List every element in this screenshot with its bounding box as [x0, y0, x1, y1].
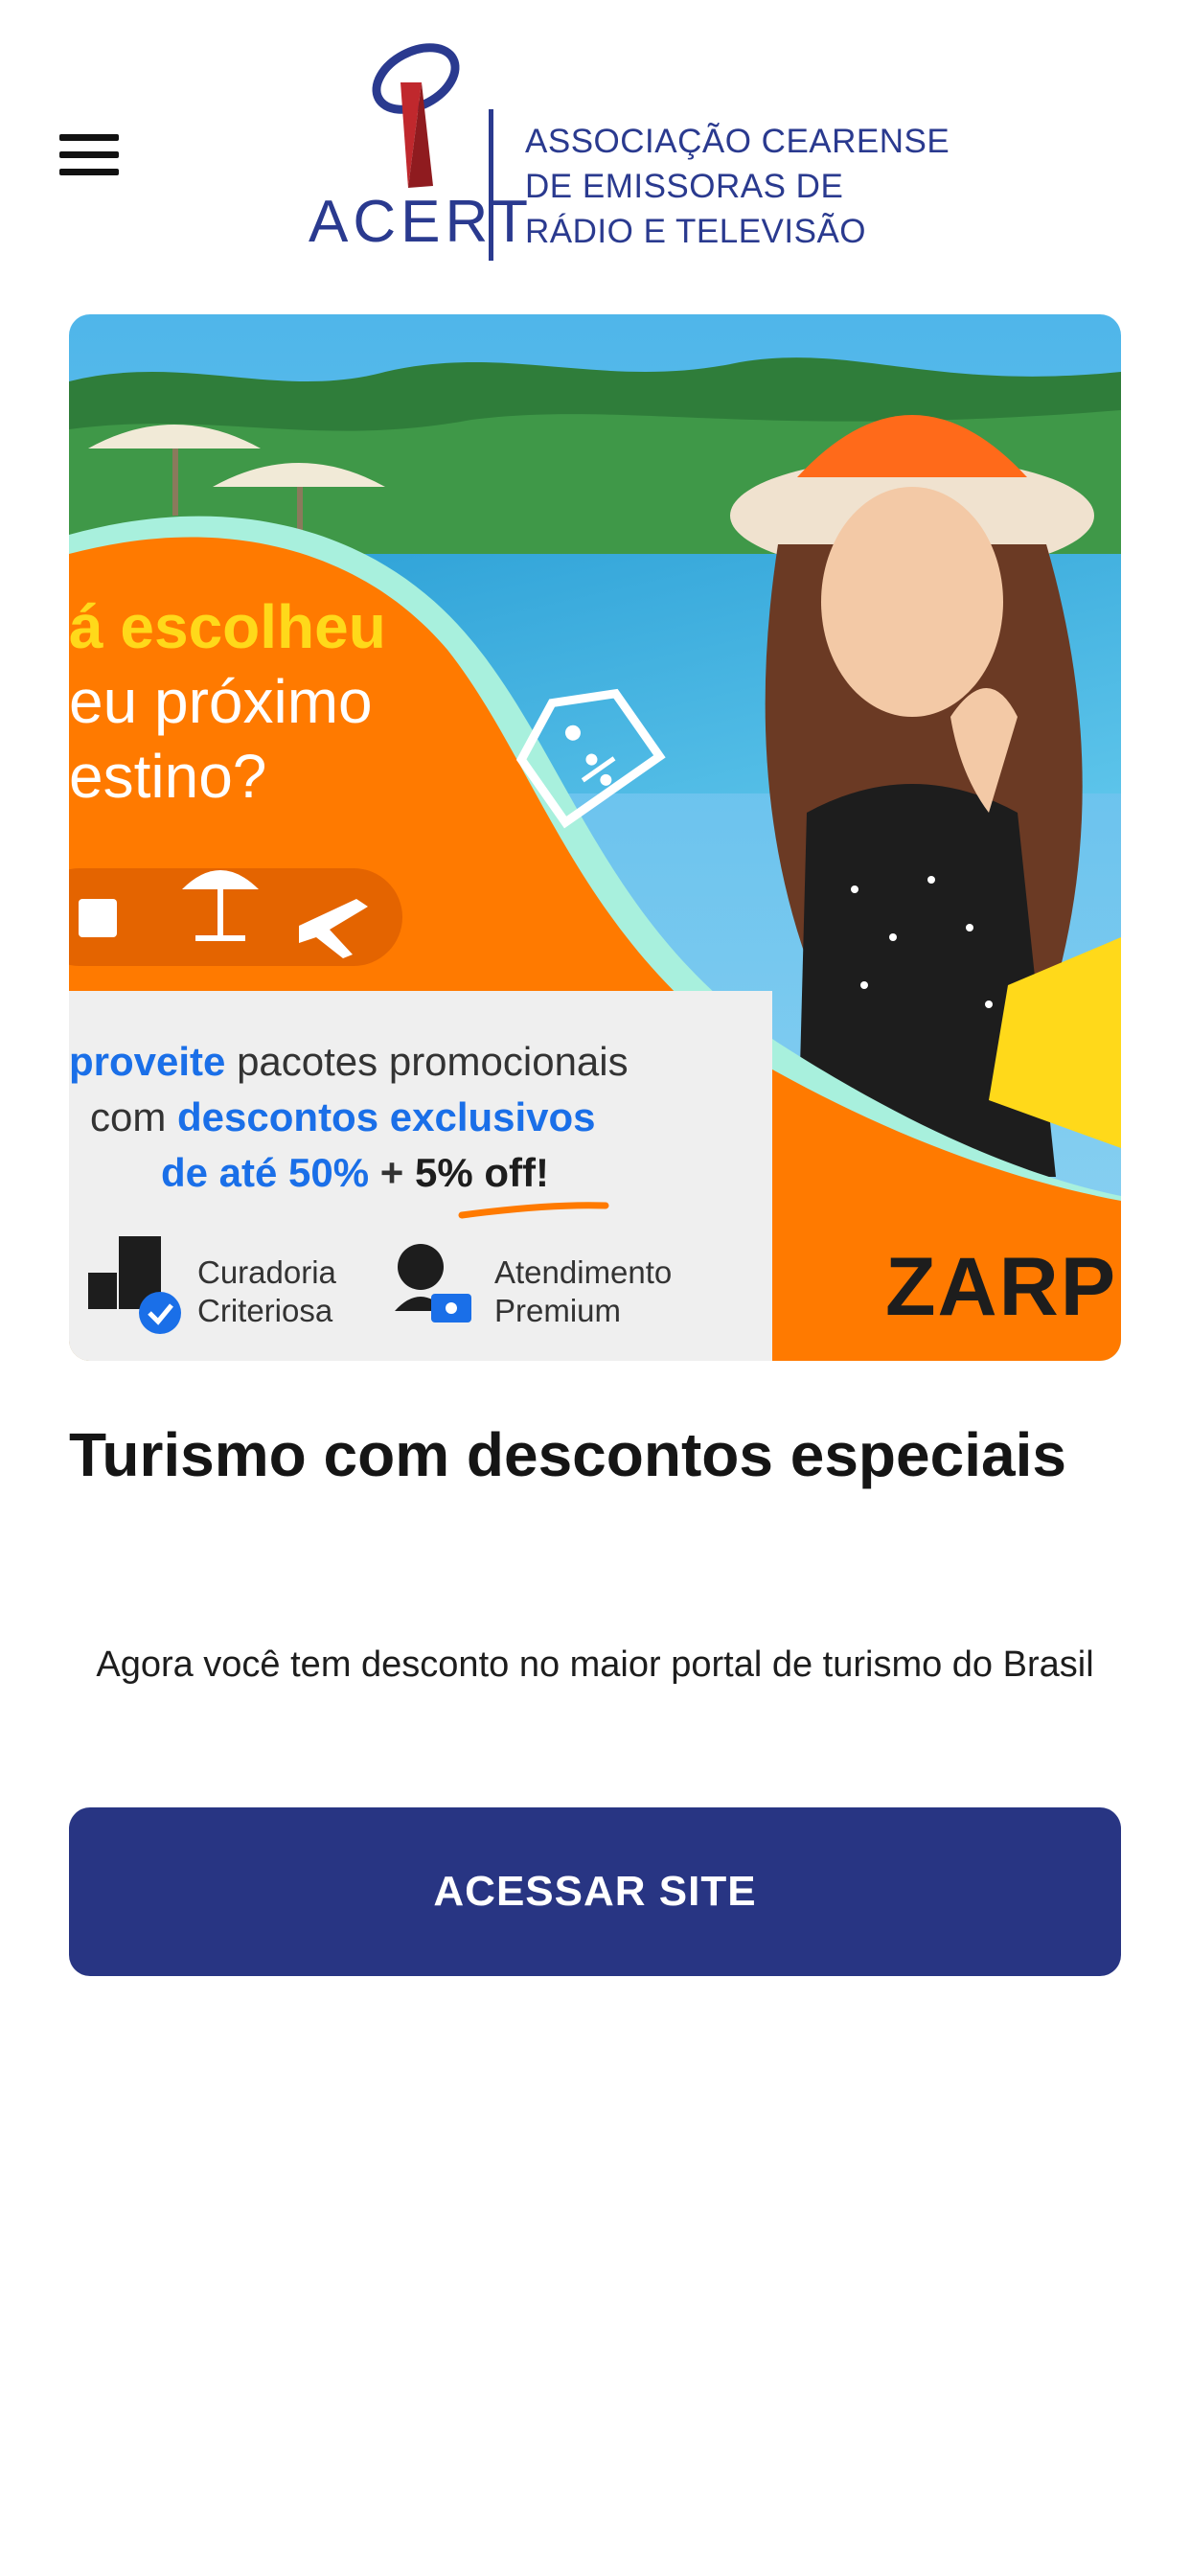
- card-title: Turismo com descontos especiais: [69, 1420, 1066, 1489]
- logo-line-2: DE EMISSORAS DE: [525, 168, 844, 205]
- promo-banner[interactable]: á escolheu eu próximo estino? proveite p…: [69, 314, 1121, 1361]
- banner-headline-1: á escolheu: [69, 592, 386, 661]
- promo-prefix: proveite: [69, 1039, 226, 1084]
- promo-line-2: com descontos exclusivos: [90, 1091, 596, 1144]
- promo-line-1-rest: pacotes promocionais: [237, 1039, 629, 1084]
- banner-headline-2: eu próximo: [69, 667, 373, 736]
- promo-line-3: de até 50% + 5% off!: [161, 1146, 549, 1200]
- banner-artwork: [69, 314, 1121, 1361]
- banner-headline-3: estino?: [69, 742, 267, 811]
- feature-1-line-1: Curadoria: [197, 1254, 336, 1290]
- brand-logo-text: ZARP: [885, 1241, 1118, 1333]
- logo-line-3: RÁDIO E TELEVISÃO: [525, 213, 867, 250]
- logo-line-1: ASSOCIAÇÃO CEARENSE: [525, 123, 950, 160]
- logo-short-name: ACERT: [309, 189, 534, 255]
- promo-line-3-highlight: de até 50%: [161, 1150, 370, 1195]
- logo-divider: [489, 109, 493, 261]
- promo-line-1: proveite pacotes promocionais: [69, 1035, 629, 1089]
- menu-button[interactable]: [59, 134, 119, 176]
- feature-2-line-1: Atendimento: [494, 1254, 673, 1290]
- card-description: Agora você tem desconto no maior portal …: [96, 1644, 1094, 1685]
- access-site-button-label: ACESSAR SITE: [433, 1868, 757, 1915]
- feature-1-line-2: Criteriosa: [197, 1293, 333, 1328]
- feature-2-line-2: Premium: [494, 1293, 622, 1328]
- promo-line-3-extra: 5% off!: [415, 1150, 549, 1195]
- hamburger-menu-icon: [59, 134, 119, 175]
- acert-emblem-icon: [372, 43, 460, 188]
- promo-line-2-prefix: com: [90, 1094, 167, 1139]
- acert-logo[interactable]: ACERT ASSOCIAÇÃO CEARENSE DE EMISSORAS D…: [305, 33, 950, 263]
- promo-line-3-plus: +: [379, 1150, 404, 1195]
- promo-line-2-highlight: descontos exclusivos: [177, 1094, 596, 1139]
- access-site-button[interactable]: ACESSAR SITE: [69, 1807, 1121, 1976]
